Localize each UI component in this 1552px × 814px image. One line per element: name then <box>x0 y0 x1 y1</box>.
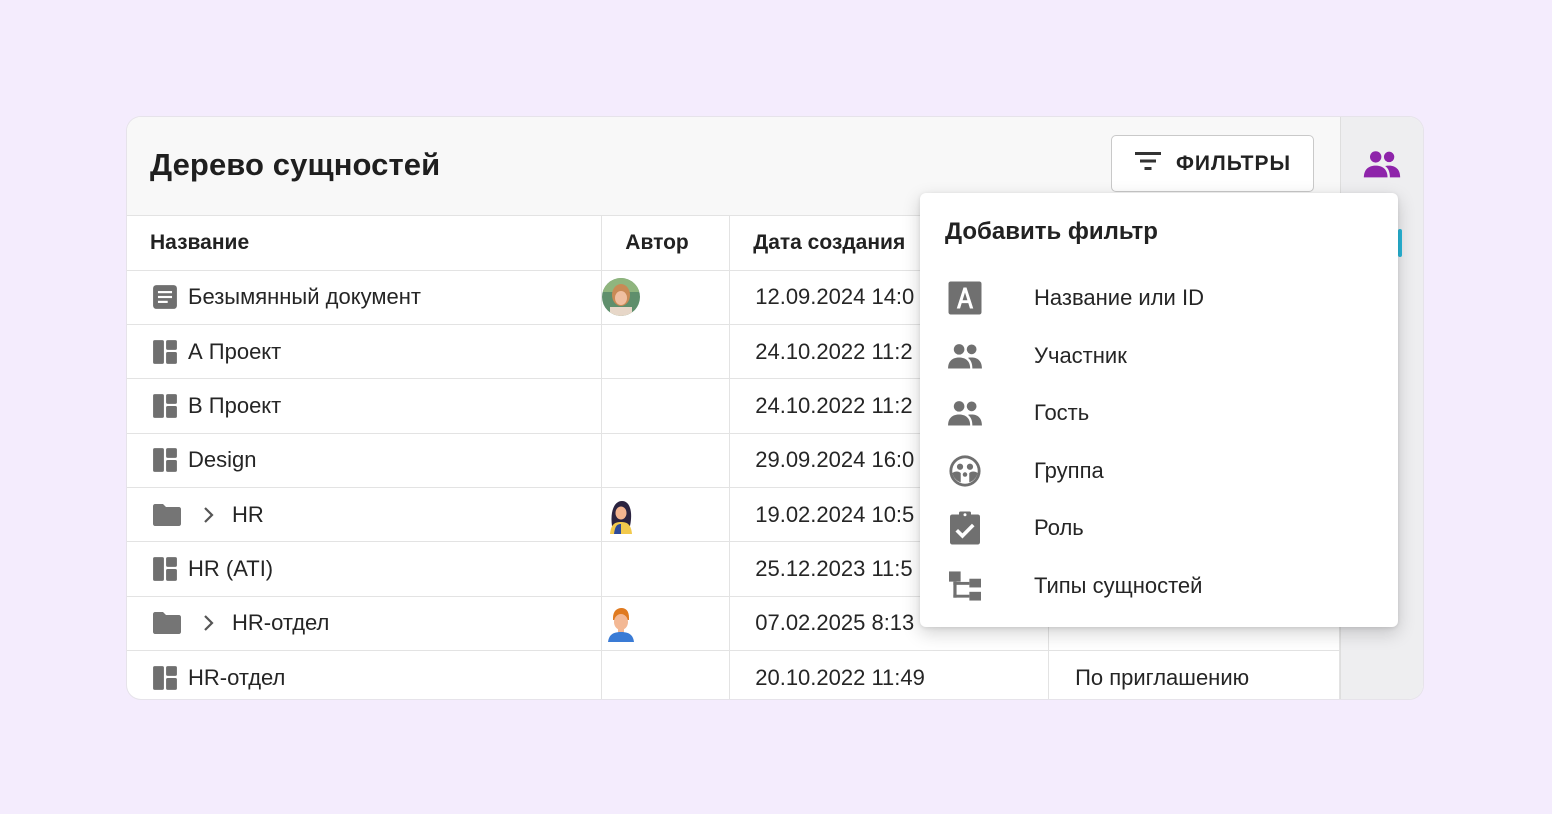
name-cell-content: HR (ATI) <box>152 556 601 582</box>
column-header-name[interactable]: Название <box>127 216 603 271</box>
cell-author <box>601 541 731 597</box>
tree-icon <box>945 566 985 606</box>
cell-access: По приглашению <box>1048 650 1340 699</box>
table-row[interactable]: HR-отдел 20.10.2022 11:49 По приглашению <box>127 650 1340 699</box>
entity-name: HR <box>232 501 264 527</box>
clipboard-check-icon <box>945 508 985 548</box>
column-header-author[interactable]: Автор <box>601 216 731 271</box>
name-cell-content: В Проект <box>152 393 601 419</box>
avatar[interactable] <box>602 496 640 534</box>
dashboard-icon <box>152 393 178 419</box>
filter-option-label: Участник <box>1034 342 1127 368</box>
filter-option-label: Роль <box>1034 515 1084 540</box>
entity-name: HR-отдел <box>188 664 286 690</box>
cell-author <box>601 596 731 651</box>
name-cell-content: Design <box>152 447 601 473</box>
cell-author <box>601 324 731 380</box>
avatar[interactable] <box>602 604 640 643</box>
cell-created-date: 20.10.2022 11:49 <box>729 650 1050 699</box>
dashboard-icon <box>152 339 178 365</box>
cell-author <box>601 378 731 434</box>
name-cell-content: HR-отдел <box>152 610 601 636</box>
filter-option[interactable]: Типы сущностей <box>920 561 1398 611</box>
cell-name[interactable]: HR-отдел <box>127 650 603 699</box>
name-cell-content: Безымянный документ <box>152 284 601 310</box>
avatar[interactable] <box>602 278 641 317</box>
filters-button[interactable]: ФИЛЬТРЫ <box>1111 135 1314 192</box>
cell-author <box>601 270 731 326</box>
dashboard-icon <box>152 665 178 691</box>
filter-option[interactable]: Роль <box>920 503 1398 553</box>
scroll-indicator <box>1398 229 1402 257</box>
dashboard-icon <box>152 556 178 582</box>
text-a-icon <box>945 278 985 318</box>
cell-name[interactable]: Безымянный документ <box>127 270 603 326</box>
name-cell-content: А Проект <box>152 339 601 365</box>
cell-name[interactable]: А Проект <box>127 324 603 380</box>
name-cell-content: HR <box>152 502 601 528</box>
filter-option-label: Типы сущностей <box>1034 572 1203 598</box>
filter-list-icon <box>1134 150 1162 178</box>
filter-option[interactable]: Участник <box>920 331 1398 381</box>
cell-author <box>601 433 731 488</box>
cell-author <box>601 487 731 543</box>
name-cell-content: HR-отдел <box>152 665 601 691</box>
cell-author <box>601 650 731 699</box>
cell-name[interactable]: В Проект <box>127 378 603 434</box>
chevron-right-icon[interactable] <box>202 613 216 633</box>
entity-name: А Проект <box>188 338 282 364</box>
dashboard-icon <box>152 447 178 473</box>
filter-option-label: Гость <box>1034 400 1090 425</box>
cell-name[interactable]: Design <box>127 433 603 488</box>
folder-icon <box>152 611 182 635</box>
entity-name: Безымянный документ <box>188 284 421 310</box>
document-icon <box>152 284 178 310</box>
entity-name: HR (ATI) <box>188 555 274 581</box>
group-icon <box>945 451 985 491</box>
cell-name[interactable]: HR <box>127 487 603 543</box>
page-title: Дерево сущностей <box>150 147 441 182</box>
cell-name[interactable]: HR (ATI) <box>127 541 603 597</box>
cell-name[interactable]: HR-отдел <box>127 596 603 651</box>
people-icon[interactable] <box>1363 149 1401 184</box>
people-icon <box>945 393 985 433</box>
filter-option[interactable]: Группа <box>920 446 1398 496</box>
menu-title: Добавить фильтр <box>945 218 1158 245</box>
filter-option-label: Название или ID <box>1034 285 1204 310</box>
filter-option[interactable]: Название или ID <box>920 273 1398 323</box>
entity-name: В Проект <box>188 393 282 419</box>
chevron-right-icon[interactable] <box>202 505 216 525</box>
filter-option-label: Группа <box>1034 457 1104 483</box>
entity-name: HR-отдел <box>232 610 330 636</box>
people-icon <box>945 336 985 376</box>
filters-button-label: ФИЛЬТРЫ <box>1175 151 1292 175</box>
add-filter-menu: Добавить фильтр Название или ID Участник Г… <box>920 193 1398 627</box>
entity-name: Design <box>188 447 257 473</box>
folder-icon <box>152 503 182 527</box>
filter-option[interactable]: Гость <box>920 388 1398 438</box>
